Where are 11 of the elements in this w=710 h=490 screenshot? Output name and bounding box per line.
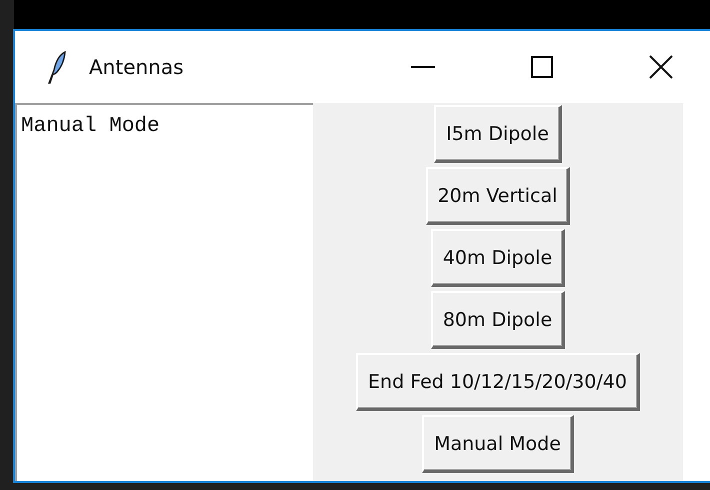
minimize-icon[interactable] — [411, 65, 435, 69]
feather-icon — [45, 50, 67, 84]
antenna-button[interactable]: Manual Mode — [422, 415, 574, 473]
window-title: Antennas — [89, 55, 184, 79]
close-icon[interactable] — [649, 55, 673, 79]
antenna-button[interactable]: 80m Dipole — [430, 291, 566, 349]
antenna-button[interactable]: I5m Dipole — [434, 105, 562, 163]
antenna-button[interactable]: 20m Vertical — [426, 167, 570, 225]
antenna-button[interactable]: End Fed 10/12/15/20/30/40 — [356, 353, 640, 411]
antenna-button[interactable]: 40m Dipole — [430, 229, 566, 287]
maximize-icon[interactable] — [531, 56, 553, 78]
